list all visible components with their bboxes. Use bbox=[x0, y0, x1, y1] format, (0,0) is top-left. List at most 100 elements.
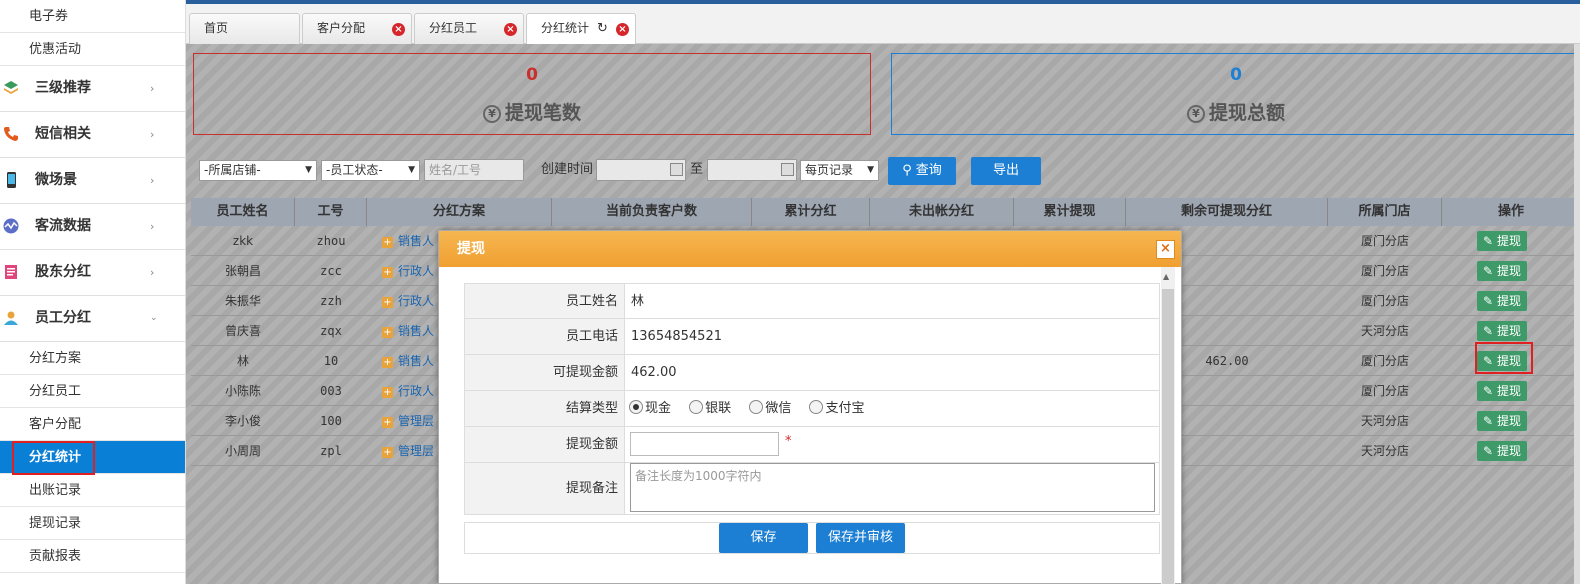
calendar-icon[interactable] bbox=[670, 163, 683, 176]
chevron-right-icon: › bbox=[150, 266, 155, 279]
query-button[interactable]: ⚲ 查询 bbox=[888, 157, 956, 185]
sidebar-menu-employee-dividend[interactable]: 员工分红 ⌄ bbox=[0, 296, 185, 342]
withdraw-button[interactable]: ✎ 提现 bbox=[1477, 291, 1527, 311]
content-scrollbar[interactable] bbox=[1574, 44, 1580, 584]
coin-icon: ¥ bbox=[1186, 105, 1205, 123]
tab-dividend-staff[interactable]: 分红员工 × bbox=[414, 13, 524, 44]
chart-icon bbox=[3, 218, 19, 234]
sidebar-item-billing-records[interactable]: 出账记录 bbox=[0, 474, 185, 507]
scroll-up-icon[interactable]: ▲ bbox=[1163, 272, 1169, 281]
tab-customer-assign[interactable]: 客户分配 × bbox=[302, 13, 412, 44]
sidebar-item-contribution-report[interactable]: 贡献报表 bbox=[0, 540, 185, 573]
sidebar-menu-microscene[interactable]: 微场景 › bbox=[0, 158, 185, 204]
user-icon bbox=[4, 311, 18, 325]
plan-link[interactable]: + 销售人 bbox=[382, 316, 434, 346]
sidebar-item-dividend-plan[interactable]: 分红方案 bbox=[0, 342, 185, 375]
sidebar-item-promotion[interactable]: 优惠活动 bbox=[0, 33, 185, 66]
withdraw-button[interactable]: ✎ 提现 bbox=[1477, 261, 1527, 281]
sidebar-menu-sms[interactable]: 短信相关 › bbox=[0, 112, 185, 158]
plan-link[interactable]: + 销售人 bbox=[382, 346, 434, 376]
sidebar-menu-traffic[interactable]: 客流数据 › bbox=[0, 204, 185, 250]
edit-icon: ✎ bbox=[1483, 264, 1494, 278]
plan-link[interactable]: + 管理层 bbox=[382, 406, 434, 436]
sidebar-item-coupon[interactable]: 电子券 bbox=[0, 0, 185, 33]
close-icon[interactable]: × bbox=[616, 23, 629, 36]
remark-textarea[interactable]: 备注长度为1000字符内 bbox=[630, 463, 1155, 512]
phone-icon bbox=[4, 127, 18, 141]
chevron-down-icon: ⌄ bbox=[150, 313, 158, 323]
caret-down-icon: ▼ bbox=[408, 165, 415, 175]
plus-icon: + bbox=[382, 417, 393, 428]
plan-link[interactable]: + 行政人 bbox=[382, 376, 434, 406]
edit-icon: ✎ bbox=[1483, 324, 1494, 338]
export-button[interactable]: 导出 bbox=[971, 157, 1041, 185]
form-row-available: 可提现金额 462.00 bbox=[464, 355, 1160, 391]
sidebar-item-customer-assign[interactable]: 客户分配 bbox=[0, 408, 185, 441]
edit-icon: ✎ bbox=[1483, 414, 1494, 428]
form-row-name: 员工姓名 林 bbox=[464, 283, 1160, 319]
plus-icon: + bbox=[382, 387, 393, 398]
tab-dividend-stats[interactable]: 分红统计 ↻ × bbox=[526, 13, 636, 45]
mobile-icon bbox=[7, 172, 16, 188]
stat-withdraw-total: 0 ¥ 提现总额 bbox=[891, 53, 1580, 135]
plan-link[interactable]: + 行政人 bbox=[382, 256, 434, 286]
caret-down-icon: ▼ bbox=[305, 165, 312, 175]
withdraw-button[interactable]: ✎ 提现 bbox=[1477, 411, 1527, 431]
refresh-icon[interactable]: ↻ bbox=[597, 14, 608, 43]
sidebar-menu-referral[interactable]: 三级推荐 › bbox=[0, 66, 185, 112]
close-button[interactable]: × bbox=[1156, 240, 1175, 259]
coin-icon: ¥ bbox=[482, 105, 501, 123]
close-icon[interactable]: × bbox=[392, 23, 405, 36]
radio-cash[interactable]: 现金 bbox=[629, 400, 671, 416]
sidebar-item-dividend-staff[interactable]: 分红员工 bbox=[0, 375, 185, 408]
sidebar-menu-shareholder[interactable]: 股东分红 › bbox=[0, 250, 185, 296]
save-button[interactable]: 保存 bbox=[719, 523, 808, 553]
plus-icon: + bbox=[382, 237, 393, 248]
start-date-input[interactable] bbox=[596, 159, 686, 181]
to-label: 至 bbox=[690, 162, 704, 177]
withdraw-dialog: 提现 × ▲ 员工姓名 林 员工电话 13654854521 可提现金额 462… bbox=[438, 230, 1182, 584]
tab-bar: 首页 客户分配 × 分红员工 × 分红统计 ↻ × bbox=[186, 4, 1580, 45]
name-id-input[interactable]: 姓名/工号 bbox=[424, 159, 524, 181]
edit-icon: ✎ bbox=[1483, 234, 1494, 248]
radio-unionpay[interactable]: 银联 bbox=[689, 400, 731, 416]
withdraw-button[interactable]: ✎ 提现 bbox=[1477, 381, 1527, 401]
form-row-type: 结算类型 现金 银联 微信 支付宝 bbox=[464, 391, 1160, 427]
withdraw-amount-input[interactable] bbox=[630, 432, 779, 456]
tab-home[interactable]: 首页 bbox=[189, 13, 300, 44]
chevron-right-icon: › bbox=[150, 128, 155, 141]
table-header: 员工姓名 工号 分红方案 当前负责客户数 累计分红 未出帐分红 累计提现 剩余可… bbox=[191, 198, 1580, 226]
withdraw-button[interactable]: ✎ 提现 bbox=[1477, 441, 1527, 461]
edit-icon: ✎ bbox=[1483, 294, 1494, 308]
per-page-select[interactable]: 每页记录 ▼ bbox=[800, 160, 879, 181]
calendar-icon[interactable] bbox=[781, 163, 794, 176]
end-date-input[interactable] bbox=[707, 159, 797, 181]
radio-wechat[interactable]: 微信 bbox=[749, 400, 791, 416]
plus-icon: + bbox=[382, 267, 393, 278]
dialog-footer bbox=[464, 522, 1160, 554]
plus-icon: + bbox=[382, 447, 393, 458]
plus-icon: + bbox=[382, 297, 393, 308]
store-select[interactable]: -所属店铺- ▼ bbox=[199, 160, 317, 181]
withdraw-button[interactable]: ✎ 提现 bbox=[1477, 321, 1527, 341]
chevron-right-icon: › bbox=[150, 174, 155, 187]
caret-down-icon: ▼ bbox=[867, 165, 874, 175]
highlight-box bbox=[1475, 342, 1533, 374]
created-time-label: 创建时间 bbox=[541, 162, 594, 177]
close-icon[interactable]: × bbox=[504, 23, 517, 36]
withdraw-button[interactable]: ✎ 提现 bbox=[1477, 231, 1527, 251]
form-row-withdraw-amount: 提现金额 * bbox=[464, 427, 1160, 463]
highlight-box bbox=[12, 441, 95, 475]
plan-link[interactable]: + 销售人 bbox=[382, 226, 434, 256]
sidebar-item-withdraw-records[interactable]: 提现记录 bbox=[0, 507, 185, 540]
stat-withdraw-count: 0 ¥ 提现笔数 bbox=[193, 53, 871, 135]
plus-icon: + bbox=[382, 357, 393, 368]
dialog-title: 提现 bbox=[439, 231, 1181, 267]
plan-link[interactable]: + 管理层 bbox=[382, 436, 434, 466]
dialog-scrollbar[interactable]: ▲ bbox=[1161, 267, 1175, 584]
form-row-remark: 提现备注 备注长度为1000字符内 bbox=[464, 463, 1160, 515]
plan-link[interactable]: + 行政人 bbox=[382, 286, 434, 316]
save-and-audit-button[interactable]: 保存并审核 bbox=[816, 523, 905, 553]
status-select[interactable]: -员工状态- ▼ bbox=[321, 160, 420, 181]
radio-alipay[interactable]: 支付宝 bbox=[809, 400, 864, 416]
